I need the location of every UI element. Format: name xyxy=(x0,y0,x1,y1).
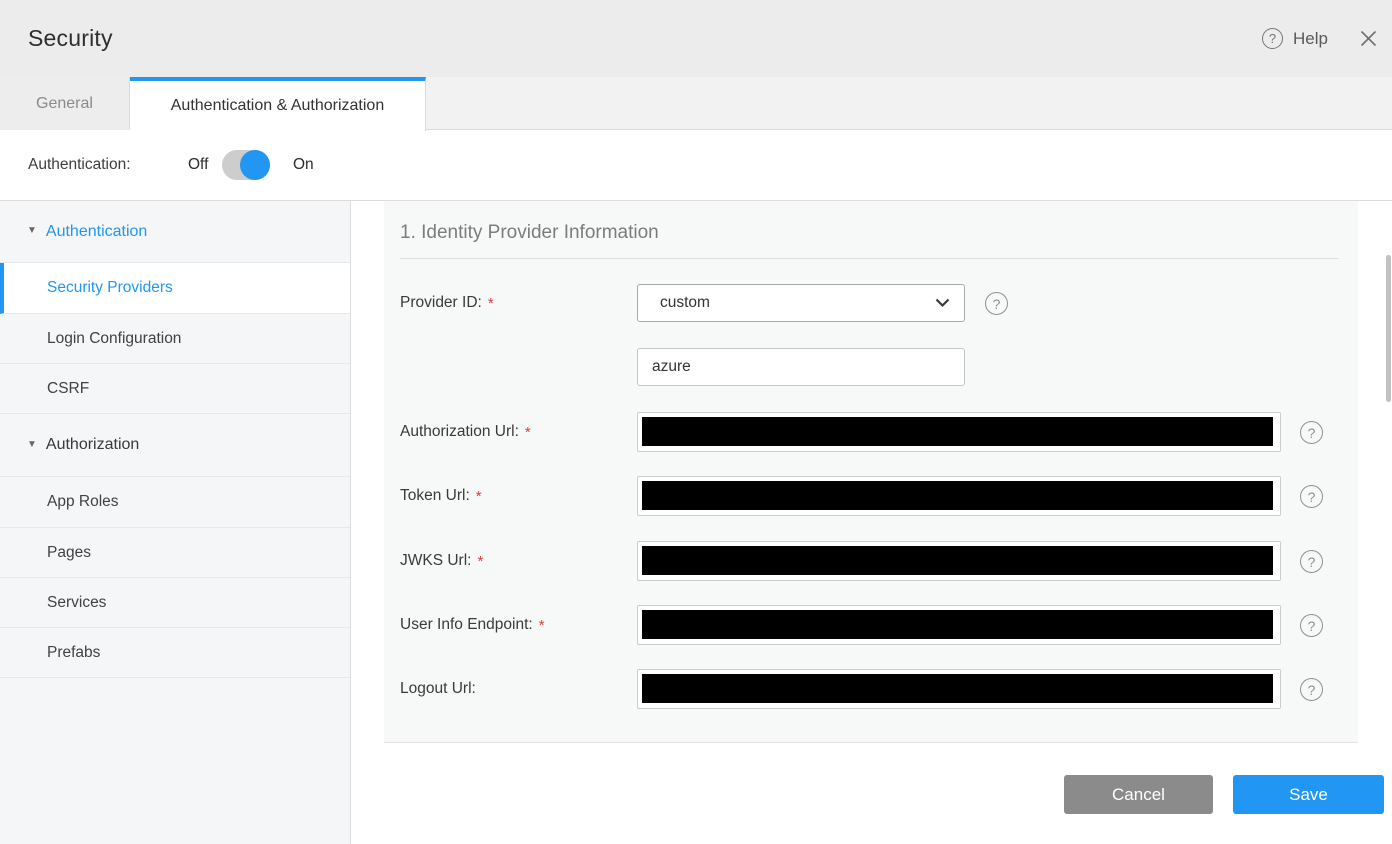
user-info-endpoint-label: User Info Endpoint: * xyxy=(400,616,545,634)
section-divider xyxy=(400,258,1339,259)
token-url-help-icon[interactable]: ? xyxy=(1300,485,1323,508)
save-button[interactable]: Save xyxy=(1233,775,1384,814)
sidebar-group-authorization[interactable]: ▼ Authorization xyxy=(0,414,350,477)
vertical-scrollbar-thumb[interactable] xyxy=(1386,255,1391,402)
cancel-button[interactable]: Cancel xyxy=(1064,775,1213,814)
sidebar-item-security-providers[interactable]: Security Providers xyxy=(0,263,350,314)
redacted-value-bar xyxy=(642,546,1273,575)
chevron-down-icon xyxy=(935,298,950,308)
redacted-value-bar xyxy=(642,481,1273,510)
required-asterisk: * xyxy=(524,423,531,441)
provider-name-input[interactable] xyxy=(637,348,965,386)
header-actions: ? Help xyxy=(1262,0,1392,77)
jwks-url-help-icon[interactable]: ? xyxy=(1300,550,1323,573)
security-dialog: Security ? Help General Authentication &… xyxy=(0,0,1392,844)
sidebar-item-login-configuration[interactable]: Login Configuration xyxy=(0,314,350,364)
sidebar-group-label: Authentication xyxy=(45,222,148,240)
jwks-url-label: JWKS Url: * xyxy=(400,552,484,570)
close-icon[interactable] xyxy=(1358,29,1378,49)
sidebar-item-pages[interactable]: Pages xyxy=(0,528,350,578)
authentication-toggle-label: Authentication: xyxy=(28,156,131,173)
provider-id-label: Provider ID: * xyxy=(400,294,494,312)
switch-knob xyxy=(240,150,270,180)
settings-sidebar: ▼ Authentication Security Providers Logi… xyxy=(0,201,351,844)
required-asterisk: * xyxy=(477,552,484,570)
provider-id-select[interactable]: custom xyxy=(637,284,965,322)
authorization-url-help-icon[interactable]: ? xyxy=(1300,421,1323,444)
jwks-url-input[interactable] xyxy=(637,541,1281,581)
redacted-value-bar xyxy=(642,674,1273,703)
provider-id-help-icon[interactable]: ? xyxy=(985,292,1008,315)
tab-bar: General Authentication & Authorization xyxy=(0,77,1392,131)
redacted-value-bar xyxy=(642,610,1273,639)
help-icon[interactable]: ? xyxy=(1262,28,1284,49)
collapse-triangle-icon: ▼ xyxy=(27,225,37,236)
tab-general[interactable]: General xyxy=(0,77,130,130)
sidebar-item-app-roles[interactable]: App Roles xyxy=(0,477,350,528)
sidebar-item-csrf[interactable]: CSRF xyxy=(0,364,350,414)
user-info-endpoint-input[interactable] xyxy=(637,605,1281,645)
token-url-input[interactable] xyxy=(637,476,1281,516)
sidebar-item-prefabs[interactable]: Prefabs xyxy=(0,628,350,678)
help-link[interactable]: Help xyxy=(1293,29,1328,49)
authorization-url-label: Authorization Url: * xyxy=(400,423,531,441)
identity-provider-panel: 1. Identity Provider Information Provide… xyxy=(384,201,1358,743)
required-asterisk: * xyxy=(487,294,494,312)
toggle-off-label: Off xyxy=(188,156,209,173)
required-asterisk: * xyxy=(475,487,482,505)
section-title: 1. Identity Provider Information xyxy=(400,222,659,243)
redacted-value-bar xyxy=(642,417,1273,446)
logout-url-input[interactable] xyxy=(637,669,1281,709)
page-title: Security xyxy=(28,25,113,51)
sidebar-group-label: Authorization xyxy=(45,436,140,453)
tab-authentication-authorization[interactable]: Authentication & Authorization xyxy=(130,77,426,131)
required-asterisk: * xyxy=(538,616,545,634)
toggle-on-label: On xyxy=(293,156,314,173)
sidebar-group-authentication[interactable]: ▼ Authentication xyxy=(0,201,350,263)
logout-url-help-icon[interactable]: ? xyxy=(1300,678,1323,701)
dialog-header: Security ? Help xyxy=(0,0,1392,77)
authentication-switch[interactable] xyxy=(222,150,270,180)
authentication-toggle-row: Authentication: Off On xyxy=(0,130,1392,201)
collapse-triangle-icon: ▼ xyxy=(27,438,37,450)
authorization-url-input[interactable] xyxy=(637,412,1281,452)
sidebar-item-services[interactable]: Services xyxy=(0,578,350,628)
logout-url-label: Logout Url: xyxy=(400,680,476,697)
user-info-endpoint-help-icon[interactable]: ? xyxy=(1300,614,1323,637)
token-url-label: Token Url: * xyxy=(400,487,482,505)
